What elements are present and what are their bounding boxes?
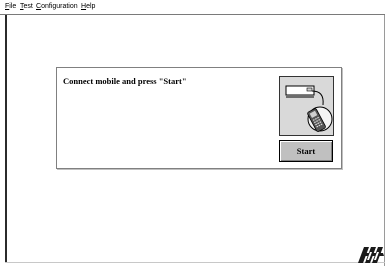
menu-configuration[interactable]: Configuration	[36, 2, 78, 12]
phone-connect-icon	[279, 76, 334, 136]
menu-file[interactable]: File	[5, 2, 16, 12]
menu-help[interactable]: Help	[81, 2, 95, 12]
window-bottom-line	[5, 262, 385, 263]
start-button[interactable]: Start	[279, 140, 333, 162]
window-left-border	[5, 15, 7, 263]
connect-panel: Connect mobile and press "Start" Start	[56, 67, 342, 169]
connect-prompt: Connect mobile and press "Start"	[63, 76, 187, 86]
brand-logo-icon	[356, 244, 385, 264]
menu-test[interactable]: Test	[20, 2, 33, 12]
menu-bar: File Test Configuration Help	[0, 0, 385, 15]
